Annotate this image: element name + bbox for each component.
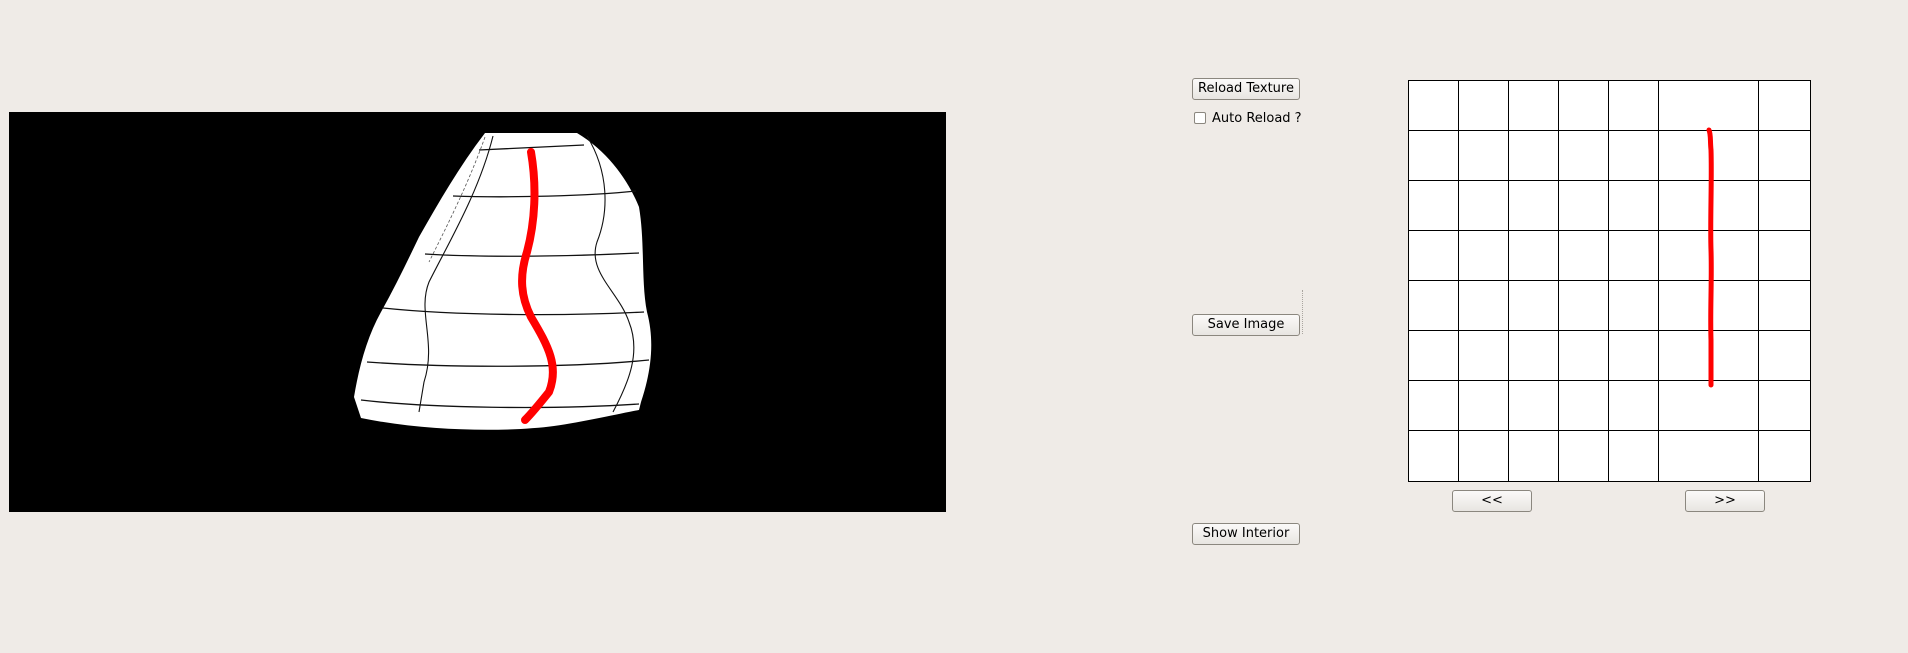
- mesh-render: [354, 133, 652, 430]
- next-texture-button[interactable]: >>: [1685, 490, 1765, 512]
- auto-reload-label: Auto Reload ?: [1212, 110, 1302, 126]
- texture-grid-svg: [1408, 80, 1811, 482]
- show-interior-button[interactable]: Show Interior: [1192, 523, 1300, 545]
- painted-stroke-texture: [1706, 127, 1714, 388]
- splitter-handle[interactable]: [1302, 290, 1305, 334]
- texture-canvas[interactable]: [1408, 80, 1811, 482]
- 3d-viewport[interactable]: [9, 112, 946, 512]
- previous-texture-button[interactable]: <<: [1452, 490, 1532, 512]
- auto-reload-checkbox-row[interactable]: Auto Reload ?: [1194, 109, 1302, 127]
- save-image-button[interactable]: Save Image: [1192, 314, 1300, 336]
- mesh-silhouette: [354, 133, 652, 430]
- auto-reload-checkbox[interactable]: [1194, 112, 1206, 124]
- reload-texture-button[interactable]: Reload Texture: [1192, 78, 1300, 100]
